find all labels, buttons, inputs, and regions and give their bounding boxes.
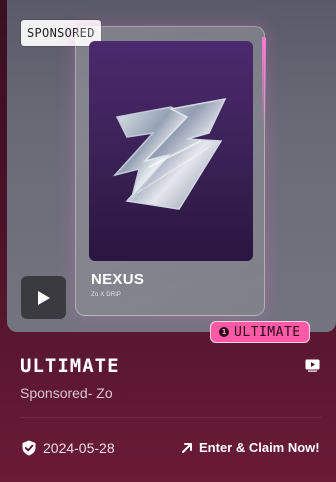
hero-media: SPONSORED NEXUS Zo X DRiP xyxy=(7,0,336,332)
date-text: 2024-05-28 xyxy=(43,440,115,456)
date-row: 2024-05-28 xyxy=(22,440,115,456)
z-logo-icon xyxy=(112,97,227,210)
play-button[interactable] xyxy=(21,276,66,319)
video-icon[interactable] xyxy=(305,359,320,372)
card-title: ULTIMATE xyxy=(20,355,120,377)
nft-card-frame: NEXUS Zo X DRiP xyxy=(75,26,266,316)
card-subtitle: Sponsored- Zo xyxy=(20,385,113,401)
tier-badge: 1 ULTIMATE xyxy=(210,321,310,343)
play-icon xyxy=(37,290,50,305)
badge-label: ULTIMATE xyxy=(234,324,301,340)
badge-dot-icon: 1 xyxy=(219,327,229,337)
nft-artwork xyxy=(89,41,253,261)
divider xyxy=(20,417,322,418)
nft-subtitle: Zo X DRiP xyxy=(91,292,122,298)
reward-card[interactable]: SPONSORED NEXUS Zo X DRiP 1 ULTIMATE ULT… xyxy=(0,0,336,482)
nft-name: NEXUS xyxy=(91,271,145,288)
shield-check-icon xyxy=(22,440,36,456)
claim-link[interactable]: Enter & Claim Now! xyxy=(181,440,320,455)
claim-label: Enter & Claim Now! xyxy=(199,440,320,455)
arrow-up-right-icon xyxy=(182,442,192,453)
